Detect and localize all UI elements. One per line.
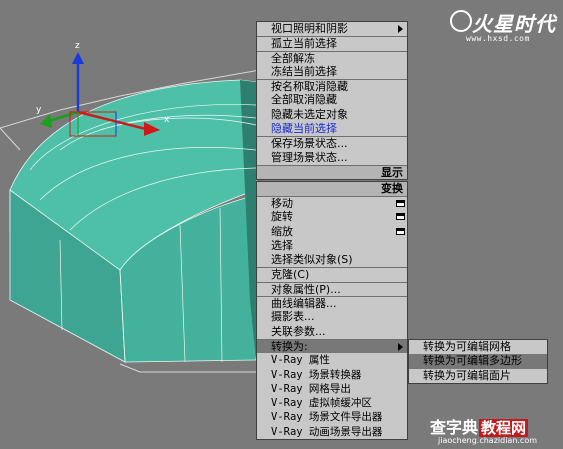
menu-item-select-similar[interactable]: 选择类似对象(S) — [257, 253, 407, 267]
menu-item-unhide-by-name[interactable]: 按名称取消隐藏 — [257, 79, 407, 93]
logo-text: 火星时代 — [472, 12, 556, 36]
watermark-title: 查字典 教程网 — [430, 418, 529, 437]
menu-item-wire-parameters[interactable]: 关联参数... — [257, 325, 407, 339]
menu-item-vray-animation-exporter[interactable]: V-Ray 动画场景导出器 — [257, 425, 407, 439]
logo-url: www.hxsd.com — [466, 34, 530, 43]
menu-item-select[interactable]: 选择 — [257, 239, 407, 253]
quad-label-display: 显示 — [257, 164, 407, 179]
watermark-url: jiaocheng.chazidian.com — [438, 436, 538, 445]
axis-label-x: x — [164, 115, 170, 125]
hxsd-logo: 火星时代 www.hxsd.com — [448, 6, 558, 46]
menu-item-convert-editable-poly[interactable]: 转换为可编辑多边形 — [409, 354, 547, 369]
menu-item-scale[interactable]: 缩放 — [257, 225, 407, 239]
submenu-arrow-icon — [398, 25, 403, 33]
axis-label-z: z — [75, 41, 80, 51]
menu-item-vray-frame-buffer[interactable]: V-Ray 虚拟帧缓冲区 — [257, 396, 407, 410]
menu-item-vray-properties[interactable]: V-Ray 属性 — [257, 353, 407, 367]
menu-item-object-properties[interactable]: 对象属性(P)... — [257, 281, 407, 296]
menu-item-curve-editor[interactable]: 曲线编辑器... — [257, 296, 407, 310]
logo-circle-icon — [450, 10, 472, 32]
menu-item-vray-mesh-export[interactable]: V-Ray 网格导出 — [257, 382, 407, 396]
menu-item-hide-selection[interactable]: 隐藏当前选择 — [257, 122, 407, 136]
quad-menu-display: 视口照明和阴影 孤立当前选择 全部解冻 冻结当前选择 按名称取消隐藏 全部取消隐… — [256, 21, 408, 180]
menu-item-vray-scene-converter[interactable]: V-Ray 场景转换器 — [257, 368, 407, 382]
menu-item-viewport-lighting[interactable]: 视口照明和阴影 — [257, 22, 407, 36]
options-box-icon[interactable] — [396, 227, 405, 235]
menu-item-hide-unselected[interactable]: 隐藏未选定对象 — [257, 108, 407, 122]
menu-item-freeze-selection[interactable]: 冻结当前选择 — [257, 65, 407, 79]
menu-item-convert-to[interactable]: 转换为: — [257, 338, 407, 354]
menu-item-clone[interactable]: 克隆(C) — [257, 267, 407, 281]
menu-item-vray-scene-file-exporter[interactable]: V-Ray 场景文件导出器 — [257, 410, 407, 424]
menu-item-manage-scene-states[interactable]: 管理场景状态... — [257, 151, 407, 165]
menu-item-unhide-all[interactable]: 全部取消隐藏 — [257, 93, 407, 107]
menu-item-rotate[interactable]: 旋转 — [257, 210, 407, 224]
quad-menu-transform: 变换 移动 旋转 缩放 选择 选择类似对象(S) 克隆(C) 对象属性(P)..… — [256, 181, 408, 441]
axis-label-y: y — [36, 105, 42, 115]
chazidian-watermark: 查字典 教程网 jiaocheng.chazidian.com — [430, 412, 560, 448]
menu-item-move[interactable]: 移动 — [257, 196, 407, 210]
convert-to-submenu: 转换为可编辑网格 转换为可编辑多边形 转换为可编辑面片 — [408, 339, 548, 384]
menu-item-convert-editable-patch[interactable]: 转换为可编辑面片 — [409, 369, 547, 383]
menu-item-save-scene-state[interactable]: 保存场景状态... — [257, 136, 407, 150]
menu-item-unfreeze-all[interactable]: 全部解冻 — [257, 50, 407, 65]
options-box-icon[interactable] — [396, 200, 405, 207]
menu-item-isolate-selection[interactable]: 孤立当前选择 — [257, 36, 407, 50]
menu-item-dope-sheet[interactable]: 摄影表... — [257, 310, 407, 324]
submenu-arrow-icon — [398, 342, 403, 351]
options-box-icon[interactable] — [396, 213, 405, 221]
quad-label-transform: 变换 — [257, 182, 407, 196]
menu-item-convert-editable-mesh[interactable]: 转换为可编辑网格 — [409, 340, 547, 354]
